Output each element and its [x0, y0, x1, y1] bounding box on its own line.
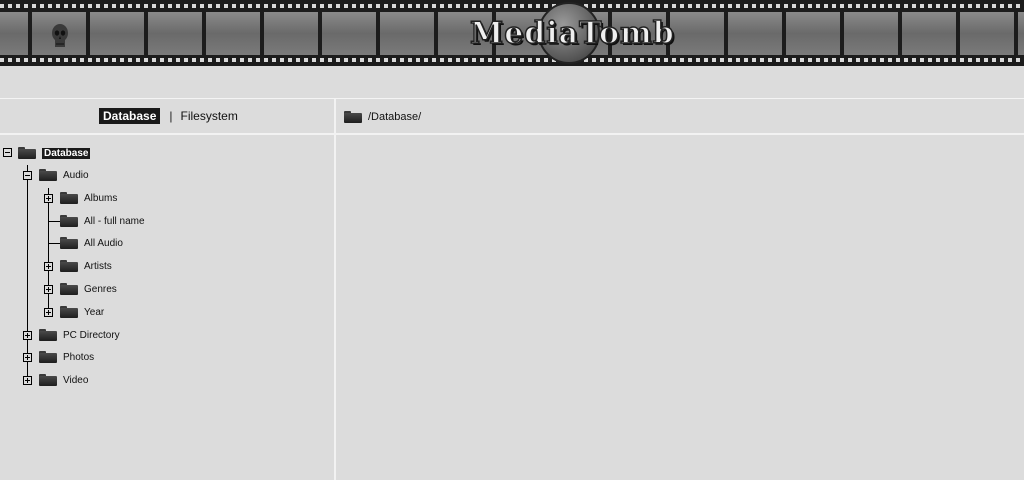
tree-node-video[interactable]: Video — [39, 372, 88, 388]
left-pane-header: Database | Filesystem — [0, 99, 335, 135]
tree-node-photos[interactable]: Photos — [39, 349, 94, 365]
expand-icon[interactable] — [44, 285, 53, 294]
tab-database[interactable]: Database — [99, 108, 161, 124]
expand-icon[interactable] — [23, 353, 32, 362]
expand-icon[interactable] — [23, 376, 32, 385]
film-frame — [1018, 12, 1024, 55]
tree-node-genres[interactable]: Genres — [60, 281, 117, 297]
tree-node-all-audio[interactable]: All Audio — [60, 235, 123, 251]
tree-label: Genres — [84, 283, 117, 295]
expand-icon[interactable] — [23, 331, 32, 340]
tree-node-database[interactable]: Database — [18, 145, 91, 161]
tree-node-year[interactable]: Year — [60, 304, 104, 320]
folder-icon — [39, 329, 57, 341]
film-frame — [786, 12, 840, 55]
tree-line — [48, 221, 60, 222]
tree-label: Year — [84, 306, 105, 318]
app-logo: MediaTomb — [469, 2, 675, 66]
breadcrumb: /Database/ — [344, 111, 421, 123]
folder-icon — [39, 169, 57, 181]
folder-icon — [39, 351, 57, 363]
tree-line — [48, 243, 60, 244]
toolbar-strip — [0, 66, 1024, 99]
expand-icon[interactable] — [44, 194, 53, 203]
tree-label: Audio — [63, 169, 89, 181]
tab-separator: | — [169, 109, 173, 123]
folder-icon — [60, 192, 78, 204]
collapse-icon[interactable] — [23, 171, 32, 180]
film-frame — [670, 12, 724, 55]
tree-label: Database — [42, 147, 91, 159]
current-path: /Database/ — [368, 111, 422, 123]
tree-label: Photos — [63, 351, 95, 363]
folder-icon — [60, 215, 78, 227]
folder-icon — [60, 306, 78, 318]
film-frame — [844, 12, 898, 55]
tree-label: Video — [63, 374, 89, 386]
film-frame — [960, 12, 1014, 55]
tree-node-audio[interactable]: Audio — [39, 167, 89, 183]
folder-icon — [60, 237, 78, 249]
tree-node-artists[interactable]: Artists — [60, 258, 112, 274]
tree-label: All - full name — [84, 215, 145, 227]
folder-icon — [18, 147, 36, 159]
tree-label: PC Directory — [63, 329, 120, 341]
tab-filesystem[interactable]: Filesystem — [181, 109, 238, 123]
right-pane-header: /Database/ — [336, 99, 1024, 135]
folder-icon — [60, 283, 78, 295]
tree-node-all-full-name[interactable]: All - full name — [60, 213, 145, 229]
skull-icon — [52, 24, 68, 47]
logo-text: MediaTomb — [469, 15, 675, 52]
expand-icon[interactable] — [44, 262, 53, 271]
tree-line — [27, 165, 28, 380]
film-frame — [264, 12, 318, 55]
folder-icon — [344, 111, 362, 123]
item-list-area — [336, 135, 1024, 480]
film-frame — [380, 12, 434, 55]
tree-label: All Audio — [84, 237, 123, 249]
film-frame — [0, 12, 28, 55]
tree-label: Artists — [84, 260, 112, 272]
film-frame — [148, 12, 202, 55]
collapse-icon[interactable] — [3, 148, 12, 157]
tree-node-albums[interactable]: Albums — [60, 190, 117, 206]
database-tree: Database Audio Albums All - full name Al… — [0, 135, 334, 480]
tree-label: Albums — [84, 192, 118, 204]
folder-icon — [60, 260, 78, 272]
film-frame — [728, 12, 782, 55]
expand-icon[interactable] — [44, 308, 53, 317]
header-banner: MediaTomb — [0, 0, 1024, 66]
folder-icon — [39, 374, 57, 386]
film-frame — [206, 12, 260, 55]
source-tabs: Database | Filesystem — [99, 108, 238, 124]
film-frame — [90, 12, 144, 55]
film-frame — [902, 12, 956, 55]
film-frame — [322, 12, 376, 55]
tree-node-pc-directory[interactable]: PC Directory — [39, 327, 120, 343]
